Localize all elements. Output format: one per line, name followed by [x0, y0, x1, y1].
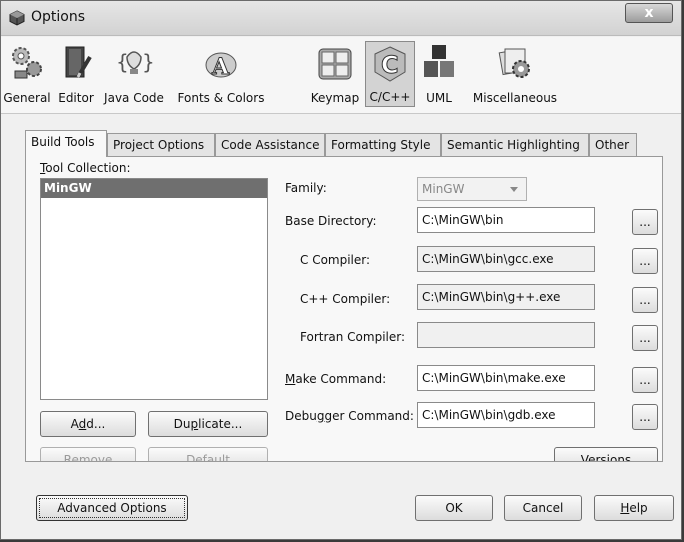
category-fonts-colors[interactable]: A Fonts & Colors [169, 41, 273, 107]
netbeans-cube-icon [9, 10, 25, 26]
category-editor[interactable]: Editor [54, 41, 98, 107]
keyboard-icon [318, 48, 352, 80]
close-icon: x [644, 5, 654, 21]
c-compiler-label: C Compiler: [300, 253, 371, 267]
browse-cpp-compiler-button[interactable]: ... [632, 287, 658, 313]
category-keymap[interactable]: Keymap [307, 41, 363, 107]
category-uml[interactable]: UML [419, 41, 459, 107]
browse-c-compiler-button[interactable]: ... [632, 248, 658, 274]
help-button[interactable]: Help [594, 495, 674, 521]
list-item[interactable]: MinGW [41, 179, 267, 198]
cpp-compiler-field[interactable]: C:\MinGW\bin\g++.exe [417, 284, 595, 310]
svg-text:A: A [211, 54, 230, 80]
add-button[interactable]: Add... [40, 411, 136, 437]
family-label: Family: [285, 181, 327, 195]
category-label: Editor [58, 91, 94, 105]
category-label: C/C++ [369, 90, 411, 104]
title-bar: Options x [1, 1, 681, 36]
make-command-field[interactable]: C:\MinGW\bin\make.exe [417, 365, 595, 391]
category-toolbar: General Editor { } Java Code A Fonts & C… [1, 37, 681, 114]
browse-base-directory-button[interactable]: ... [632, 209, 658, 235]
category-general[interactable]: General [3, 41, 51, 107]
debugger-command-field[interactable]: C:\MinGW\bin\gdb.exe [417, 402, 595, 428]
svg-text:{: { [116, 50, 129, 74]
category-label: Miscellaneous [472, 91, 558, 105]
fortran-compiler-label: Fortran Compiler: [300, 330, 406, 344]
fortran-compiler-field[interactable] [417, 322, 595, 348]
debugger-command-label: Debugger Command: [285, 409, 414, 423]
category-java-code[interactable]: { } Java Code [101, 41, 167, 107]
advanced-options-button[interactable]: Advanced Options [36, 495, 188, 521]
category-label: Fonts & Colors [177, 91, 265, 105]
versions-button[interactable]: Versions [554, 447, 658, 461]
tab-build-tools[interactable]: Build Tools [25, 130, 107, 157]
browse-make-command-button[interactable]: ... [632, 367, 658, 393]
category-label: UML [426, 91, 452, 105]
window-title: Options [31, 9, 86, 25]
tab-code-assistance[interactable]: Code Assistance [215, 133, 325, 156]
browse-debugger-command-button[interactable]: ... [632, 404, 658, 430]
category-c-cpp[interactable]: C C/C++ [365, 41, 415, 107]
browse-fortran-compiler-button[interactable]: ... [632, 325, 658, 351]
close-button[interactable]: x [625, 3, 673, 23]
cancel-button[interactable]: Cancel [504, 495, 582, 521]
tab-semantic-highlighting[interactable]: Semantic Highlighting [441, 133, 589, 156]
book-pen-icon [65, 46, 92, 79]
tool-collection-label: Tool Collection: [40, 161, 131, 175]
svg-text:}: } [142, 50, 154, 74]
cpp-compiler-label: C++ Compiler: [300, 292, 391, 306]
ok-button[interactable]: OK [415, 495, 493, 521]
java-coffee-icon: { } [116, 50, 154, 74]
gears-icon [12, 47, 42, 79]
duplicate-button[interactable]: Duplicate... [148, 411, 268, 437]
default-button[interactable]: Default [148, 447, 268, 461]
category-label: Keymap [310, 91, 360, 105]
font-palette-icon: A [205, 52, 237, 81]
category-label: General [3, 91, 51, 105]
base-directory-label: Base Directory: [285, 214, 377, 228]
uml-blocks-icon [424, 45, 454, 77]
chevron-down-icon [510, 187, 518, 192]
build-tools-panel: Tool Collection: MinGW Add... Duplicate.… [25, 156, 663, 462]
misc-gear-icon [498, 48, 530, 78]
tab-project-options[interactable]: Project Options [107, 133, 215, 156]
c-language-icon: C [374, 46, 406, 82]
make-command-label: Make Command: [285, 372, 387, 386]
remove-button[interactable]: Remove [40, 447, 136, 461]
category-label: Java Code [104, 91, 164, 105]
tab-formatting-style[interactable]: Formatting Style [325, 133, 441, 156]
c-compiler-field[interactable]: C:\MinGW\bin\gcc.exe [417, 246, 595, 272]
category-miscellaneous[interactable]: Miscellaneous [467, 41, 563, 107]
tab-other[interactable]: Other [589, 133, 637, 156]
options-window: Options x General Editor { } Java Code A… [0, 0, 682, 540]
base-directory-field[interactable]: C:\MinGW\bin [417, 207, 595, 233]
tool-collection-list[interactable]: MinGW [40, 178, 268, 400]
svg-text:C: C [381, 51, 399, 79]
family-select[interactable]: MinGW [417, 177, 527, 201]
